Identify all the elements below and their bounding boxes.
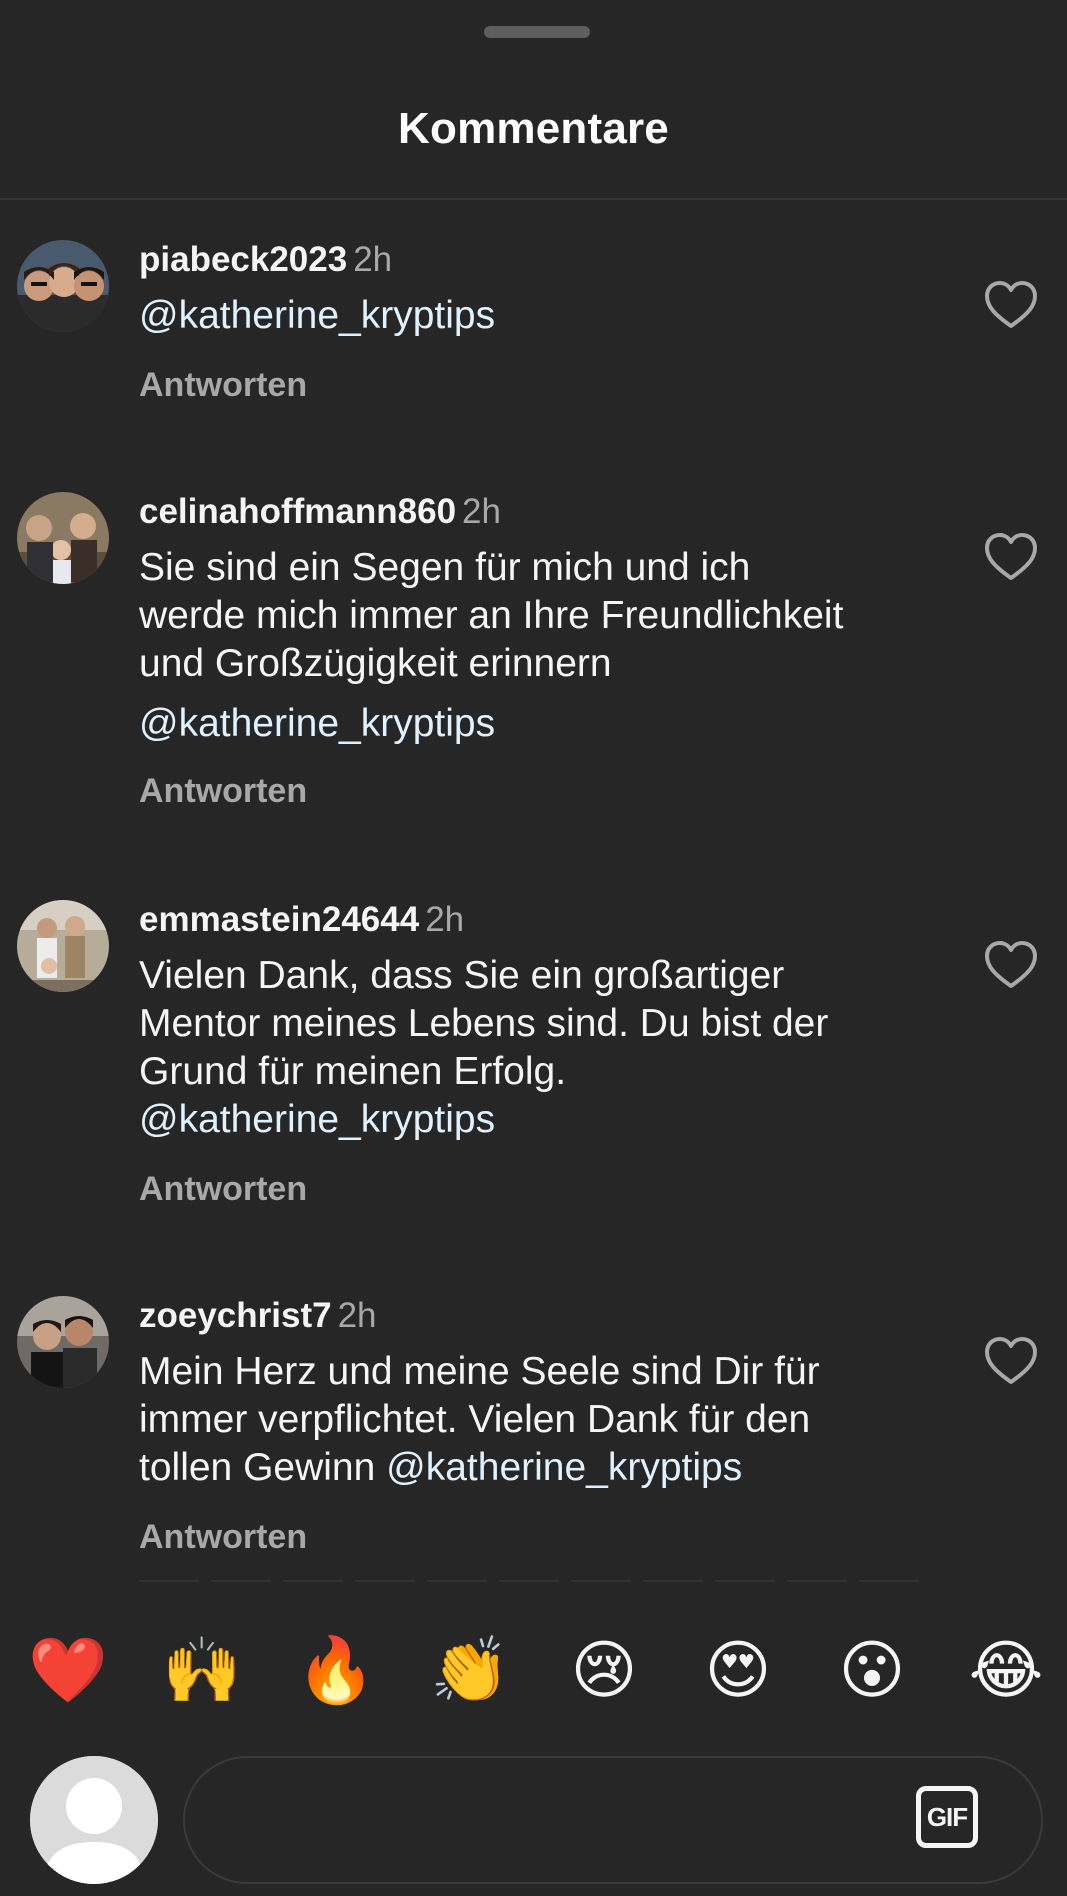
comment-item: piabeck2023 2h @katherine_kryptips Antwor… [0,240,1067,420]
avatar[interactable] [17,492,109,584]
comment-item: zoeychrist7 2h Mein Herz und meine Seele … [0,1296,1067,1582]
emoji-raising-hands[interactable]: 🙌 [162,1630,242,1710]
avatar[interactable] [17,900,109,992]
comment-username[interactable]: celinahoffmann860 [139,492,456,531]
comment-item: emmastein24644 2h Vielen Dank, dass Sie e… [0,900,1067,1210]
avatar[interactable] [17,1296,109,1388]
comment-text-line: Mentor meines Lebens sind. Du bist der [139,1002,829,1045]
comment-text-fragment: tollen Gewinn [139,1446,387,1489]
comment-meta: celinahoffmann860 2h [139,492,501,532]
comment-username[interactable]: emmastein24644 [139,900,419,939]
comment-list[interactable]: piabeck2023 2h @katherine_kryptips Antwor… [0,200,1067,1582]
comment-time: 2h [353,240,393,279]
heart-icon[interactable] [984,532,1038,582]
comment-text-line: Mein Herz und meine Seele sind Dir für [139,1350,820,1393]
comment-text-line: immer verpflichtet. Vielen Dank für den [139,1398,811,1441]
comment-text: Mein Herz und meine Seele sind Dir für i… [139,1348,949,1492]
comment-text-line-last: tollen Gewinn @katherine_kryptips [139,1444,949,1492]
emoji-heart-eyes[interactable]: 😍 [698,1630,778,1710]
comment-text-line: Vielen Dank, dass Sie ein großartiger [139,954,785,997]
heart-icon[interactable] [984,940,1038,990]
comment-username[interactable]: zoeychrist7 [139,1296,332,1335]
gif-button[interactable]: GIF [916,1786,978,1848]
comment-text-line: Sie sind ein Segen für mich und ich [139,546,751,589]
comment-mention[interactable]: @katherine_kryptips [139,1096,949,1144]
avatar[interactable] [17,240,109,332]
emoji-laughing[interactable]: 😂 [966,1630,1046,1710]
comment-time: 2h [337,1296,377,1335]
comment-text: @katherine_kryptips [139,292,949,340]
comment-text: Vielen Dank, dass Sie ein großartiger Me… [139,952,949,1144]
comment-item: celinahoffmann860 2h Sie sind ein Segen f… [0,492,1067,812]
reply-button[interactable]: Antworten [139,366,307,405]
emoji-surprised[interactable]: 😮 [832,1630,912,1710]
comment-meta: zoeychrist7 2h [139,1296,377,1336]
page-title: Kommentare [398,104,669,153]
comment-text-line: und Großzügigkeit erinnern [139,642,612,685]
emoji-clapping[interactable]: 👏 [430,1630,510,1710]
comment-time: 2h [462,492,501,531]
heart-icon[interactable] [984,1336,1038,1386]
comment-text: Sie sind ein Segen für mich und ich werd… [139,544,949,748]
emoji-heart[interactable]: ❤️ [28,1630,108,1710]
emoji-fire[interactable]: 🔥 [296,1630,376,1710]
comment-composer: GIF [183,1756,1043,1884]
comment-mention[interactable]: @katherine_kryptips [139,292,949,340]
comment-time: 2h [425,900,465,939]
comment-meta: piabeck2023 2h [139,240,392,280]
default-avatar-icon [30,1756,158,1884]
heart-icon[interactable] [984,280,1038,330]
emoji-crying[interactable]: 😢 [564,1630,644,1710]
reply-button[interactable]: Antworten [139,1170,307,1209]
comment-mention[interactable]: @katherine_kryptips [139,700,949,748]
emoji-quick-reactions: ❤️ 🙌 🔥 👏 😢 😍 😮 😂 [0,1582,1067,1754]
comment-text-line: Grund für meinen Erfolg. [139,1050,567,1093]
reply-button[interactable]: Antworten [139,1518,307,1557]
reply-button[interactable]: Antworten [139,772,307,811]
current-user-avatar [30,1756,158,1884]
comment-meta: emmastein24644 2h [139,900,464,940]
comment-text-line: werde mich immer an Ihre Freundlichkeit [139,594,844,637]
comment-username[interactable]: piabeck2023 [139,240,347,279]
sheet-drag-handle[interactable] [484,26,590,38]
comment-mention[interactable]: @katherine_kryptips [386,1446,742,1489]
comment-input[interactable] [225,1788,889,1854]
